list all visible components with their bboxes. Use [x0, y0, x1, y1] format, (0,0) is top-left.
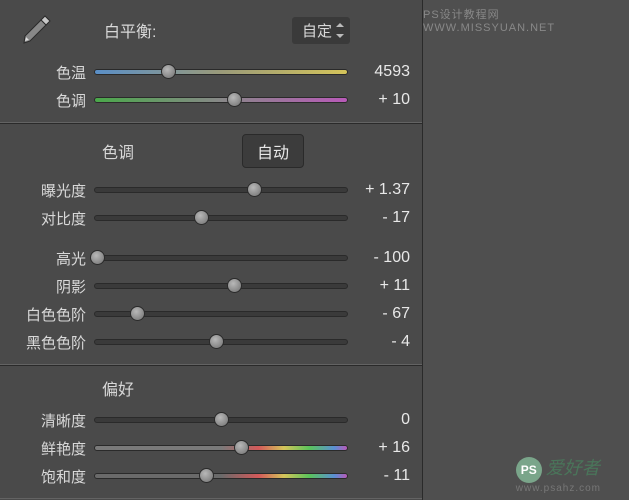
- watermark-url: www.psahz.com: [516, 483, 601, 494]
- right-margin: PS设计教程网 WWW.MISSYUAN.NET: [423, 0, 629, 500]
- tint-row: 色调 + 10: [8, 86, 410, 114]
- clarity-thumb[interactable]: [214, 412, 229, 427]
- highlights-label: 高光: [8, 248, 86, 269]
- temp-label: 色温: [8, 62, 86, 83]
- main-wrapper: 白平衡: 自定 色温 4593 色调 + 10: [0, 0, 629, 500]
- vibrance-label: 鲜艳度: [8, 438, 86, 459]
- whites-thumb[interactable]: [130, 306, 145, 321]
- presence-section: 偏好 清晰度 0 鲜艳度 + 16 饱和度: [0, 365, 422, 499]
- temp-slider[interactable]: [94, 67, 348, 77]
- shadows-label: 阴影: [8, 276, 86, 297]
- presence-title: 偏好: [8, 374, 410, 406]
- eyedropper-tool[interactable]: [18, 12, 54, 48]
- tone-title: 色调: [102, 139, 134, 163]
- tint-thumb[interactable]: [227, 92, 242, 107]
- eyedropper-icon: [18, 12, 54, 48]
- contrast-slider[interactable]: [94, 213, 348, 223]
- watermark-zh: 爱好者: [546, 458, 600, 478]
- vibrance-track: [94, 445, 348, 451]
- vibrance-slider[interactable]: [94, 443, 348, 453]
- shadows-row: 阴影 + 11: [8, 272, 410, 300]
- auto-button[interactable]: 自动: [242, 134, 304, 168]
- clarity-slider[interactable]: [94, 415, 348, 425]
- vibrance-thumb[interactable]: [234, 440, 249, 455]
- whites-slider[interactable]: [94, 309, 348, 319]
- tint-slider[interactable]: [94, 95, 348, 105]
- highlights-thumb[interactable]: [90, 250, 105, 265]
- highlights-slider[interactable]: [94, 253, 348, 263]
- bottom-watermark: PS爱好者 www.psahz.com: [516, 454, 601, 494]
- whites-row: 白色色阶 - 67: [8, 300, 410, 328]
- highlights-track: [94, 255, 348, 261]
- blacks-thumb[interactable]: [209, 334, 224, 349]
- wb-title: 白平衡:: [104, 18, 156, 42]
- saturation-track: [94, 473, 348, 479]
- temp-thumb[interactable]: [161, 64, 176, 79]
- wb-mode-dropdown[interactable]: 自定: [292, 17, 350, 44]
- contrast-label: 对比度: [8, 208, 86, 229]
- develop-panel: 白平衡: 自定 色温 4593 色调 + 10: [0, 0, 423, 500]
- white-balance-section: 白平衡: 自定 色温 4593 色调 + 10: [0, 0, 422, 123]
- whites-value[interactable]: - 67: [356, 305, 410, 323]
- saturation-slider[interactable]: [94, 471, 348, 481]
- highlights-value[interactable]: - 100: [356, 249, 410, 267]
- contrast-value[interactable]: - 17: [356, 209, 410, 227]
- blacks-slider[interactable]: [94, 337, 348, 347]
- shadows-track: [94, 283, 348, 289]
- exposure-row: 曝光度 + 1.37: [8, 176, 410, 204]
- saturation-value[interactable]: - 11: [356, 467, 410, 485]
- tone-section: 色调 自动 曝光度 + 1.37 对比度 - 17: [0, 123, 422, 365]
- clarity-value[interactable]: 0: [356, 411, 410, 429]
- temp-row: 色温 4593: [8, 58, 410, 86]
- contrast-track: [94, 215, 348, 221]
- highlights-row: 高光 - 100: [8, 244, 410, 272]
- saturation-row: 饱和度 - 11: [8, 462, 410, 490]
- shadows-thumb[interactable]: [227, 278, 242, 293]
- shadows-value[interactable]: + 11: [356, 277, 410, 295]
- clarity-row: 清晰度 0: [8, 406, 410, 434]
- blacks-row: 黑色色阶 - 4: [8, 328, 410, 356]
- exposure-track: [94, 187, 348, 193]
- tint-track: [94, 97, 348, 103]
- blacks-label: 黑色色阶: [8, 332, 86, 353]
- saturation-label: 饱和度: [8, 466, 86, 487]
- saturation-thumb[interactable]: [199, 468, 214, 483]
- spacer: [8, 232, 410, 244]
- exposure-label: 曝光度: [8, 180, 86, 201]
- blacks-value[interactable]: - 4: [356, 333, 410, 351]
- contrast-row: 对比度 - 17: [8, 204, 410, 232]
- top-watermark: PS设计教程网 WWW.MISSYUAN.NET: [423, 6, 617, 34]
- whites-label: 白色色阶: [8, 304, 86, 325]
- exposure-value[interactable]: + 1.37: [356, 181, 410, 199]
- temp-track: [94, 69, 348, 75]
- vibrance-row: 鲜艳度 + 16: [8, 434, 410, 462]
- tone-header: 色调 自动: [8, 132, 410, 176]
- exposure-thumb[interactable]: [247, 182, 262, 197]
- vibrance-value[interactable]: + 16: [356, 439, 410, 457]
- exposure-slider[interactable]: [94, 185, 348, 195]
- logo-icon: PS: [516, 457, 542, 483]
- wb-header: 白平衡: 自定: [8, 8, 410, 58]
- temp-value[interactable]: 4593: [356, 63, 410, 81]
- clarity-label: 清晰度: [8, 410, 86, 431]
- tint-label: 色调: [8, 90, 86, 111]
- tint-value[interactable]: + 10: [356, 91, 410, 109]
- shadows-slider[interactable]: [94, 281, 348, 291]
- contrast-thumb[interactable]: [194, 210, 209, 225]
